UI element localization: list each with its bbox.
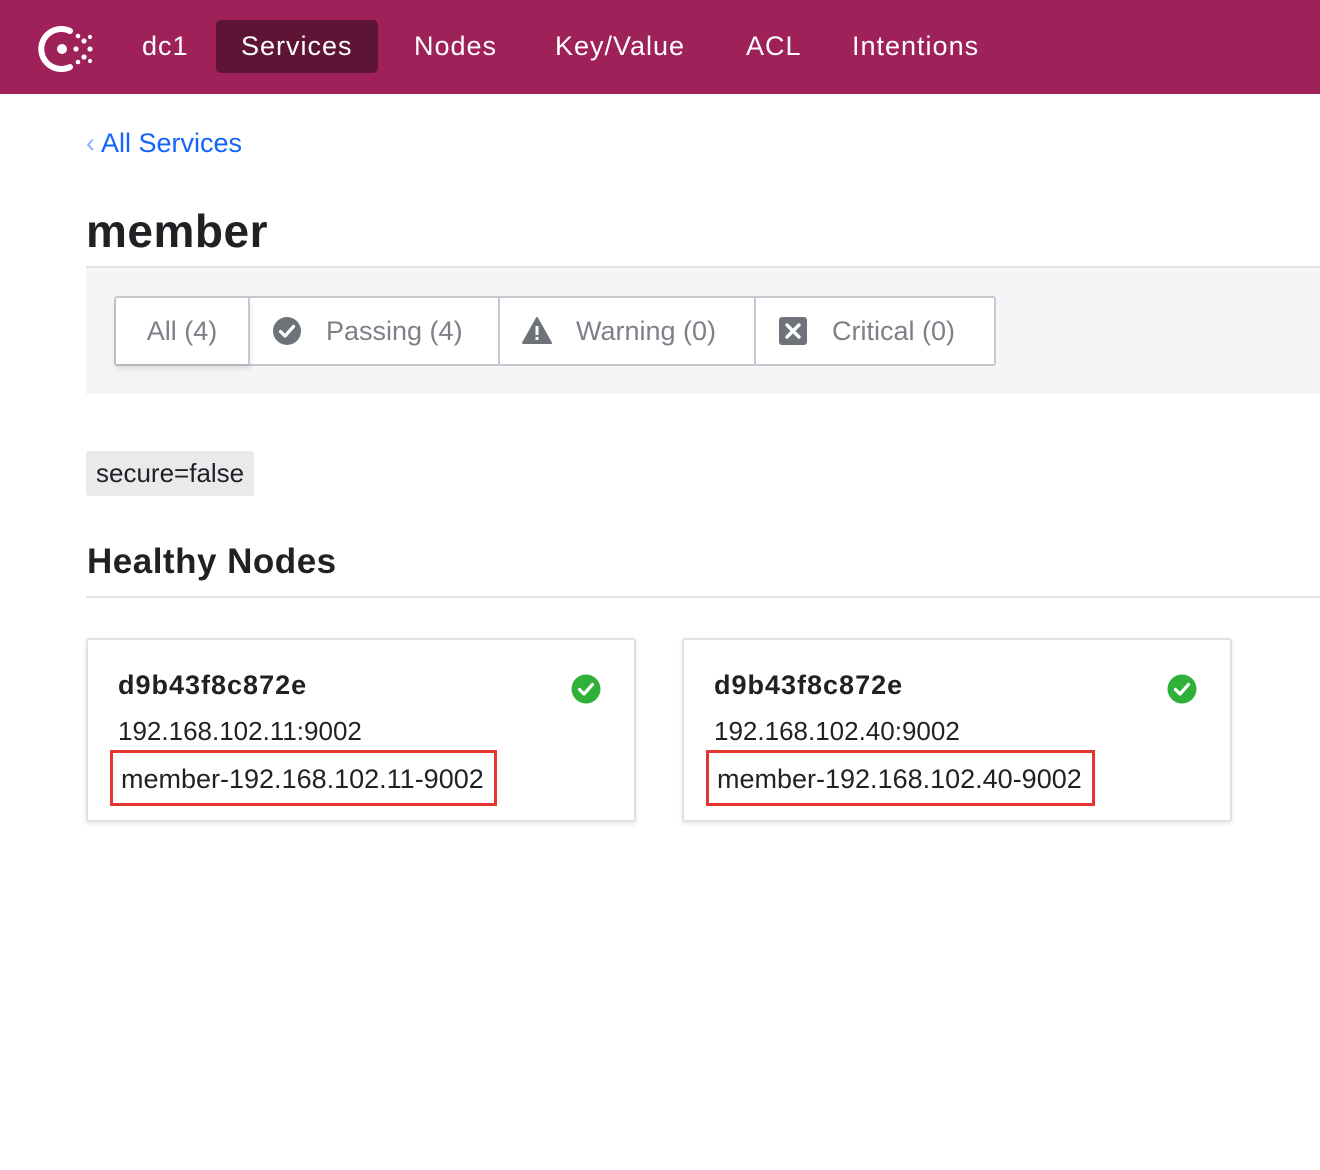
health-filter-group: All (4) Passing (4) Warning (0) Critical… — [114, 296, 996, 366]
consul-logo-icon[interactable] — [36, 23, 96, 75]
nav-key-value[interactable]: Key/Value — [555, 20, 685, 73]
service-tag: secure=false — [86, 451, 255, 496]
nav-services[interactable]: Services — [216, 20, 378, 73]
nav-nodes[interactable]: Nodes — [414, 20, 497, 73]
section-title-healthy-nodes: Healthy Nodes — [87, 542, 337, 581]
node-name[interactable]: d9b43f8c872e — [118, 670, 307, 701]
node-address: 192.168.102.40:9002 — [714, 716, 960, 746]
filter-passing-label: Passing (4) — [326, 315, 463, 346]
page-title: member — [86, 205, 268, 257]
filter-critical[interactable]: Critical (0) — [756, 298, 994, 364]
filter-warning[interactable]: Warning (0) — [500, 298, 756, 364]
filter-critical-label: Critical (0) — [832, 315, 956, 346]
top-navigation: dc1 Services Nodes Key/Value ACL Intenti… — [0, 0, 1320, 94]
service-id: member-192.168.102.11-9002 — [110, 750, 497, 806]
section-divider — [86, 596, 1320, 598]
x-square-icon — [779, 317, 807, 345]
node-name[interactable]: d9b43f8c872e — [714, 670, 903, 701]
health-filter-bar: All (4) Passing (4) Warning (0) Critical… — [86, 268, 1320, 394]
filter-all[interactable]: All (4) — [116, 298, 250, 364]
chevron-left-icon: ‹ — [86, 128, 95, 158]
passing-check-icon — [1167, 674, 1197, 704]
filter-all-label: All (4) — [146, 315, 218, 346]
filter-passing[interactable]: Passing (4) — [250, 298, 500, 364]
breadcrumb-label: All Services — [101, 128, 243, 158]
check-circle-icon — [273, 317, 301, 345]
nav-intentions[interactable]: Intentions — [852, 20, 979, 73]
breadcrumb-all-services[interactable]: ‹ All Services — [86, 128, 242, 166]
datacenter-selector[interactable]: dc1 — [142, 20, 189, 73]
warning-triangle-icon — [522, 317, 552, 344]
filter-warning-label: Warning (0) — [576, 315, 717, 346]
node-card[interactable]: d9b43f8c872e 192.168.102.11:9002 member-… — [86, 638, 636, 822]
node-address: 192.168.102.11:9002 — [118, 716, 362, 746]
nav-acl[interactable]: ACL — [746, 20, 802, 73]
passing-check-icon — [571, 674, 601, 704]
service-id: member-192.168.102.40-9002 — [706, 750, 1095, 806]
node-card[interactable]: d9b43f8c872e 192.168.102.40:9002 member-… — [682, 638, 1232, 822]
